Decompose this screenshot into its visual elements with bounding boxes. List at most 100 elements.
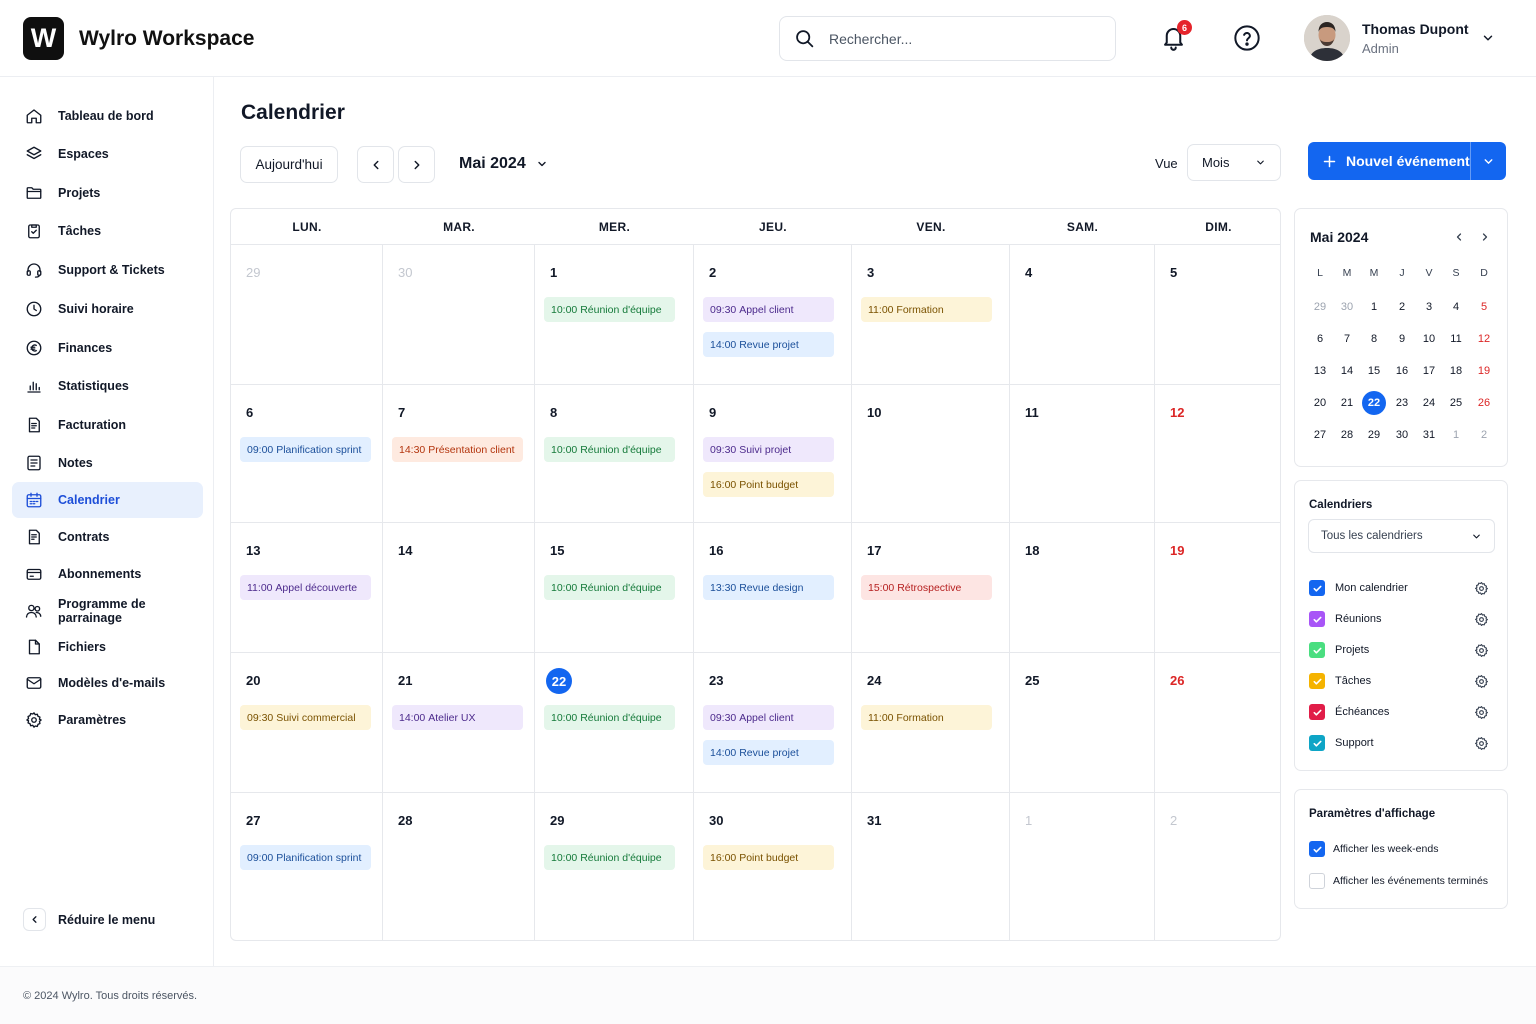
checkbox-checked[interactable] (1309, 580, 1325, 596)
day-cell[interactable]: 13 11:00 Appel découverte (231, 523, 383, 653)
event-chip[interactable]: 09:00 Planification sprint (240, 845, 371, 870)
mini-day[interactable]: 3 (1416, 295, 1442, 319)
calendar-filter-projets[interactable]: Projets (1309, 640, 1489, 660)
calendar-filter-mon-calendrier[interactable]: Mon calendrier (1309, 578, 1489, 598)
mini-day[interactable]: 8 (1361, 327, 1387, 351)
day-cell[interactable]: 5 (1155, 245, 1280, 385)
display-option[interactable]: Afficher les week-ends (1309, 841, 1438, 857)
event-chip[interactable]: 13:30 Revue design (703, 575, 834, 600)
event-chip[interactable]: 10:00 Réunion d'équipe (544, 705, 675, 730)
event-chip[interactable]: 11:00 Formation (861, 705, 992, 730)
mini-day[interactable]: 29 (1307, 295, 1333, 319)
mini-day[interactable]: 28 (1334, 423, 1360, 447)
sidebar-item-facturation[interactable]: Facturation (12, 407, 203, 443)
month-selector[interactable]: Mai 2024 (459, 155, 548, 173)
gear-icon[interactable] (1474, 581, 1489, 596)
mini-day[interactable]: 18 (1443, 359, 1469, 383)
mini-day[interactable]: 11 (1443, 327, 1469, 351)
event-chip[interactable]: 09:30 Suivi commercial (240, 705, 371, 730)
event-chip[interactable]: 14:00 Atelier UX (392, 705, 523, 730)
day-cell[interactable]: 30 (383, 245, 535, 385)
sidebar-item-projets[interactable]: Projets (12, 175, 203, 211)
mini-day[interactable]: 29 (1361, 423, 1387, 447)
day-cell[interactable]: 22 10:00 Réunion d'équipe (535, 653, 694, 793)
event-chip[interactable]: 11:00 Appel découverte (240, 575, 371, 600)
search-input[interactable] (829, 30, 1089, 47)
new-event-dropdown-button[interactable] (1471, 155, 1506, 168)
day-cell[interactable]: 19 (1155, 523, 1280, 653)
sidebar-item-modeles-d-e-mails[interactable]: Modèles d'e-mails (12, 665, 203, 701)
mini-day[interactable]: 20 (1307, 391, 1333, 415)
sidebar-item-fichiers[interactable]: Fichiers (12, 629, 203, 665)
sidebar-item-tableau-de-bord[interactable]: Tableau de bord (12, 98, 203, 134)
sidebar-item-calendrier[interactable]: Calendrier (12, 482, 203, 518)
mini-day[interactable]: 5 (1471, 295, 1497, 319)
mini-day[interactable]: 17 (1416, 359, 1442, 383)
mini-day[interactable]: 27 (1307, 423, 1333, 447)
mini-day[interactable]: 10 (1416, 327, 1442, 351)
mini-day[interactable]: 31 (1416, 423, 1442, 447)
day-cell[interactable]: 3 11:00 Formation (852, 245, 1010, 385)
gear-icon[interactable] (1474, 612, 1489, 627)
sidebar-item-support-tickets[interactable]: Support & Tickets (12, 252, 203, 288)
day-cell[interactable]: 30 16:00 Point budget (694, 793, 852, 940)
day-cell[interactable]: 28 (383, 793, 535, 940)
mini-day[interactable]: 14 (1334, 359, 1360, 383)
mini-day[interactable]: 30 (1334, 295, 1360, 319)
day-cell[interactable]: 7 14:30 Présentation client (383, 385, 535, 523)
checkbox-checked[interactable] (1309, 704, 1325, 720)
calendars-select[interactable]: Tous les calendriers (1308, 519, 1495, 553)
event-chip[interactable]: 10:00 Réunion d'équipe (544, 845, 675, 870)
checkbox-checked[interactable] (1309, 841, 1325, 857)
view-select[interactable]: Mois (1187, 144, 1281, 181)
day-cell[interactable]: 29 10:00 Réunion d'équipe (535, 793, 694, 940)
event-chip[interactable]: 10:00 Réunion d'équipe (544, 575, 675, 600)
mini-day[interactable]: 9 (1389, 327, 1415, 351)
sidebar-item-finances[interactable]: Finances (12, 330, 203, 366)
event-chip[interactable]: 10:00 Réunion d'équipe (544, 297, 675, 322)
sidebar-item-parametres[interactable]: Paramètres (12, 702, 203, 738)
checkbox-unchecked[interactable] (1309, 873, 1325, 889)
sidebar-item-suivi-horaire[interactable]: Suivi horaire (12, 291, 203, 327)
mini-day[interactable]: 4 (1443, 295, 1469, 319)
day-cell[interactable]: 26 (1155, 653, 1280, 793)
day-cell[interactable]: 27 09:00 Planification sprint (231, 793, 383, 940)
day-cell[interactable]: 11 (1010, 385, 1155, 523)
sidebar-item-espaces[interactable]: Espaces (12, 136, 203, 172)
avatar[interactable] (1304, 15, 1350, 61)
mini-day[interactable]: 21 (1334, 391, 1360, 415)
day-cell[interactable]: 2 (1155, 793, 1280, 940)
mini-day[interactable]: 6 (1307, 327, 1333, 351)
mini-day[interactable]: 26 (1471, 391, 1497, 415)
day-cell[interactable]: 6 09:00 Planification sprint (231, 385, 383, 523)
day-cell[interactable]: 17 15:00 Rétrospective (852, 523, 1010, 653)
next-month-button[interactable] (398, 146, 435, 183)
logo[interactable]: W (23, 17, 64, 60)
day-cell[interactable]: 23 09:30 Appel client 14:00 Revue projet (694, 653, 852, 793)
chevron-left-icon[interactable] (1453, 231, 1465, 243)
search-box[interactable] (779, 16, 1116, 61)
day-cell[interactable]: 8 10:00 Réunion d'équipe (535, 385, 694, 523)
event-chip[interactable]: 09:30 Appel client (703, 297, 834, 322)
mini-day[interactable]: 30 (1389, 423, 1415, 447)
sidebar-item-programme-de-parrainage[interactable]: Programme de parrainage (12, 593, 203, 629)
new-event-button[interactable]: Nouvel événement (1308, 142, 1471, 180)
gear-icon[interactable] (1474, 736, 1489, 751)
day-cell[interactable]: 14 (383, 523, 535, 653)
day-cell[interactable]: 16 13:30 Revue design (694, 523, 852, 653)
sidebar-item-statistiques[interactable]: Statistiques (12, 368, 203, 404)
calendar-filter-reunions[interactable]: Réunions (1309, 609, 1489, 629)
event-chip[interactable]: 11:00 Formation (861, 297, 992, 322)
mini-day[interactable]: 7 (1334, 327, 1360, 351)
gear-icon[interactable] (1474, 705, 1489, 720)
gear-icon[interactable] (1474, 674, 1489, 689)
mini-day[interactable]: 19 (1471, 359, 1497, 383)
event-chip[interactable]: 14:30 Présentation client (392, 437, 523, 462)
mini-day[interactable]: 1 (1361, 295, 1387, 319)
event-chip[interactable]: 16:00 Point budget (703, 845, 834, 870)
day-cell[interactable]: 31 (852, 793, 1010, 940)
chevron-down-icon[interactable] (1481, 31, 1495, 45)
event-chip[interactable]: 14:00 Revue projet (703, 332, 834, 357)
event-chip[interactable]: 15:00 Rétrospective (861, 575, 992, 600)
event-chip[interactable]: 09:00 Planification sprint (240, 437, 371, 462)
